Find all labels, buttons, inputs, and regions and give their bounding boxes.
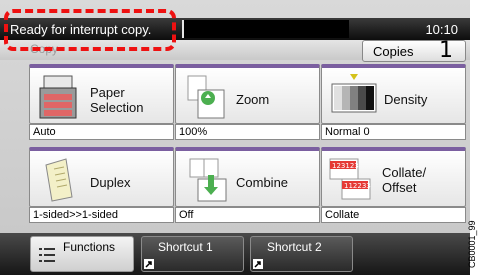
tile-label: Density <box>384 92 428 107</box>
copies-field[interactable]: Copies 1 <box>362 38 466 63</box>
tab-label: Shortcut 1 <box>158 240 213 254</box>
status-divider <box>182 20 349 38</box>
combine-button[interactable]: Combine <box>175 147 320 207</box>
svg-text:112233: 112233 <box>344 182 371 190</box>
tile-value: 1-sided>>1-sided <box>29 207 174 223</box>
tile-zoom[interactable]: Zoom 100% <box>175 64 320 141</box>
status-bar: Ready for interrupt copy. 10:10 <box>0 18 470 40</box>
tile-label: Collate/ Offset <box>382 165 427 195</box>
tab-shortcut-2[interactable]: Shortcut 2 <box>250 236 353 272</box>
paper-selection-button[interactable]: Paper Selection <box>29 64 174 124</box>
zoom-icon <box>187 75 225 119</box>
copy-screen: Ready for interrupt copy. 10:10 Copy Cop… <box>0 0 470 275</box>
status-message: Ready for interrupt copy. <box>10 22 152 37</box>
menu-list-icon <box>39 248 55 262</box>
shortcut-arrow-icon <box>253 259 263 269</box>
screen-title: Copy <box>30 42 59 56</box>
tile-value: Collate <box>321 207 466 223</box>
tile-label: Zoom <box>236 92 270 107</box>
copies-value: 1 <box>439 38 453 63</box>
tile-label: Combine <box>236 175 289 190</box>
svg-text:123123: 123123 <box>332 162 359 170</box>
figure-code: CB0001_99 <box>467 220 477 268</box>
tab-functions[interactable]: Functions <box>30 236 134 272</box>
collate-icon: 123123 112233 <box>329 158 371 200</box>
clock: 10:10 <box>425 22 458 37</box>
tile-value: Normal 0 <box>321 124 466 140</box>
shortcut-arrow-icon <box>144 259 154 269</box>
duplex-button[interactable]: Duplex <box>29 147 174 207</box>
tab-label: Functions <box>63 240 116 254</box>
tab-label: Shortcut 2 <box>267 240 322 254</box>
density-button[interactable]: Density <box>321 64 466 124</box>
tile-value: Auto <box>29 124 174 140</box>
combine-icon <box>189 158 227 202</box>
tile-duplex[interactable]: Duplex 1-sided>>1-sided <box>29 147 174 224</box>
zoom-button[interactable]: Zoom <box>175 64 320 124</box>
tile-density[interactable]: Density Normal 0 <box>321 64 466 141</box>
collate-offset-button[interactable]: 123123 112233 Collate/ Offset <box>321 147 466 207</box>
tile-label: Duplex <box>90 175 131 190</box>
copies-label: Copies <box>373 44 414 59</box>
duplex-icon <box>45 158 73 202</box>
printer-paper-icon <box>39 75 77 119</box>
tile-label: Paper Selection <box>90 85 144 115</box>
density-icon <box>331 74 377 113</box>
tab-shortcut-1[interactable]: Shortcut 1 <box>141 236 244 272</box>
tile-paper-selection[interactable]: Paper Selection Auto <box>29 64 174 141</box>
tile-value: Off <box>175 207 320 223</box>
tile-collate-offset[interactable]: 123123 112233 Collate/ Offset Collate <box>321 147 466 224</box>
tile-combine[interactable]: Combine Off <box>175 147 320 224</box>
tile-value: 100% <box>175 124 320 140</box>
